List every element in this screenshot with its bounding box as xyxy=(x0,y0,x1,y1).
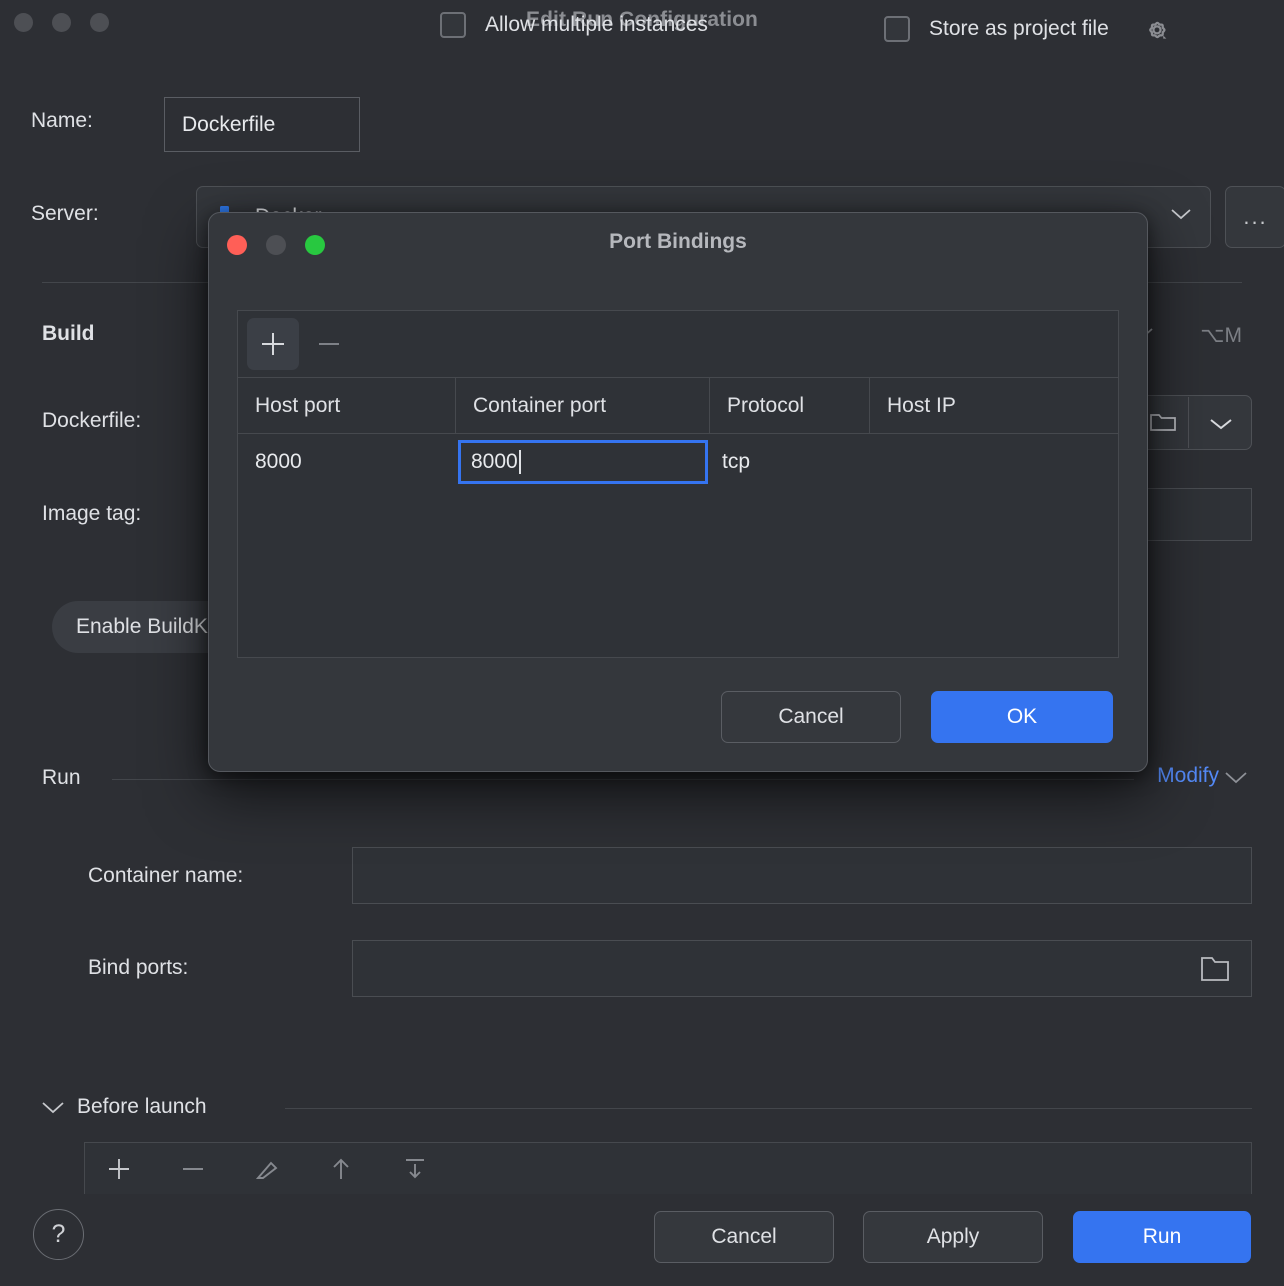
bind-ports-label: Bind ports: xyxy=(88,956,188,980)
dialog-cancel-button[interactable]: Cancel xyxy=(721,691,901,743)
before-launch-title: Before launch xyxy=(77,1095,207,1119)
column-header-protocol[interactable]: Protocol xyxy=(710,378,870,433)
folder-icon[interactable] xyxy=(1149,410,1177,434)
move-down-icon[interactable] xyxy=(401,1155,429,1183)
chevron-down-icon[interactable] xyxy=(1209,417,1233,431)
before-launch-collapse-chevron-icon[interactable] xyxy=(41,1100,65,1115)
table-header-row: Host port Container port Protocol Host I… xyxy=(238,378,1118,434)
server-label: Server: xyxy=(31,202,99,226)
plus-icon[interactable] xyxy=(105,1155,133,1183)
before-launch-toolbar xyxy=(84,1142,1252,1194)
column-header-host-ip[interactable]: Host IP xyxy=(870,378,1118,433)
dialog-titlebar: Port Bindings xyxy=(209,213,1147,275)
container-port-editor-value: 8000 xyxy=(471,450,518,474)
container-port-editor[interactable]: 8000 xyxy=(458,440,708,484)
table-toolbar xyxy=(238,311,1118,378)
chevron-down-icon[interactable] xyxy=(1170,207,1192,221)
add-binding-button[interactable] xyxy=(247,318,299,370)
name-label: Name: xyxy=(31,109,93,133)
chevron-down-icon[interactable] xyxy=(1224,770,1248,785)
build-shortcut-hint: ⌥M xyxy=(1200,323,1242,348)
column-header-container-port[interactable]: Container port xyxy=(456,378,710,433)
move-up-arrow-icon[interactable] xyxy=(327,1155,355,1183)
dialog-ok-button[interactable]: OK xyxy=(931,691,1113,743)
container-name-label: Container name: xyxy=(88,864,243,888)
image-tag-label: Image tag: xyxy=(42,502,141,526)
run-button[interactable]: Run xyxy=(1073,1211,1251,1263)
run-section-divider xyxy=(112,779,1134,780)
remove-binding-button[interactable] xyxy=(303,318,355,370)
divider xyxy=(1188,397,1189,448)
cancel-button[interactable]: Cancel xyxy=(654,1211,834,1263)
help-button[interactable]: ? xyxy=(33,1209,84,1260)
cell-host-port[interactable]: 8000 xyxy=(238,434,456,490)
store-as-project-file-label: Store as project file xyxy=(929,17,1109,41)
bind-ports-input[interactable] xyxy=(352,940,1252,997)
minus-icon[interactable] xyxy=(179,1155,207,1183)
modify-link[interactable]: Modify xyxy=(1157,764,1219,788)
text-caret xyxy=(519,450,521,474)
table-row[interactable]: 8000 8000 tcp xyxy=(238,434,1118,490)
port-bindings-dialog: Port Bindings Host port Container port P… xyxy=(208,212,1148,772)
checkbox-box[interactable] xyxy=(884,16,910,42)
cell-host-ip[interactable] xyxy=(870,434,1118,490)
name-input[interactable]: Dockerfile xyxy=(164,97,360,152)
gear-icon[interactable] xyxy=(1140,14,1174,48)
server-browse-button[interactable]: ... xyxy=(1225,186,1284,248)
dockerfile-label: Dockerfile: xyxy=(42,409,141,433)
cell-protocol[interactable]: tcp xyxy=(710,434,870,490)
checkbox-box[interactable] xyxy=(440,12,466,38)
port-bindings-table: Host port Container port Protocol Host I… xyxy=(237,310,1119,658)
dialog-title: Port Bindings xyxy=(209,230,1147,254)
build-section-title: Build xyxy=(42,322,95,346)
store-as-project-file-checkbox[interactable]: Store as project file xyxy=(884,12,1174,46)
apply-button[interactable]: Apply xyxy=(863,1211,1043,1263)
before-launch-divider xyxy=(285,1108,1252,1109)
allow-multiple-instances-checkbox[interactable]: Allow multiple instances xyxy=(440,12,708,38)
folder-icon[interactable] xyxy=(1199,954,1231,984)
column-header-host-port[interactable]: Host port xyxy=(238,378,456,433)
edit-pencil-icon[interactable] xyxy=(253,1155,281,1183)
allow-multiple-instances-label: Allow multiple instances xyxy=(485,13,708,37)
run-section-title: Run xyxy=(42,766,81,790)
name-row: Name: Dockerfile xyxy=(31,97,1284,152)
container-name-input[interactable] xyxy=(352,847,1252,904)
